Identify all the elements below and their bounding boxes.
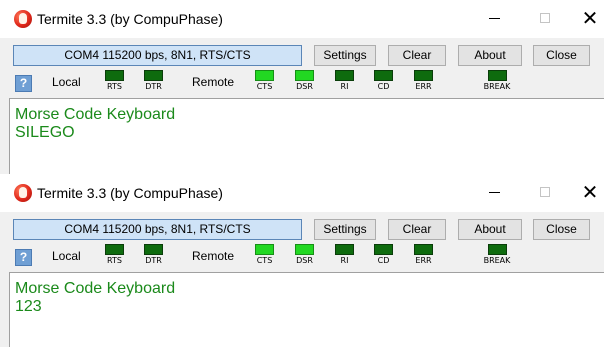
lamp-label: RI: [340, 82, 349, 91]
lamp-label: ERR: [415, 256, 432, 265]
lamp-label: DTR: [145, 256, 162, 265]
lamp-label: CD: [377, 82, 390, 91]
lamp-indicator: [488, 244, 507, 255]
lamp-ri: RI: [329, 244, 363, 268]
window-title: Termite 3.3 (by CompuPhase): [37, 185, 223, 201]
terminal-line: Morse Code Keyboard: [15, 280, 176, 297]
lamp-indicator: [488, 70, 507, 81]
lamp-break[interactable]: BREAK: [478, 70, 518, 94]
terminal-output[interactable]: Morse Code Keyboard 123: [9, 272, 604, 347]
lamp-indicator: [374, 244, 393, 255]
lamp-label: RTS: [107, 82, 122, 91]
lamp-label: CD: [377, 256, 390, 265]
remote-label: Remote: [192, 249, 235, 263]
maximize-button[interactable]: [523, 174, 567, 210]
title-bar[interactable]: Termite 3.3 (by CompuPhase) ✕: [0, 174, 604, 212]
lamp-indicator: [144, 70, 163, 81]
lamp-indicator: [295, 244, 314, 255]
lamp-label: CTS: [256, 82, 273, 91]
lamp-indicator: [374, 70, 393, 81]
local-label: Local: [52, 249, 81, 263]
lamp-cd: CD: [368, 70, 402, 94]
close-window-button[interactable]: ✕: [568, 174, 604, 210]
title-bar[interactable]: Termite 3.3 (by CompuPhase) ✕: [0, 0, 604, 38]
terminal-line: SILEGO: [15, 124, 75, 141]
help-icon[interactable]: ?: [15, 75, 32, 92]
lamp-dtr: DTR: [138, 70, 172, 94]
lamp-cd: CD: [368, 244, 402, 268]
lamp-indicator: [414, 244, 433, 255]
termite-window-2: Termite 3.3 (by CompuPhase) ✕ COM4 11520…: [0, 174, 604, 347]
lamp-indicator: [295, 70, 314, 81]
remote-label: Remote: [192, 75, 235, 89]
lamp-label: ERR: [415, 82, 432, 91]
lamp-indicator: [144, 244, 163, 255]
lamp-indicator: [414, 70, 433, 81]
minimize-button[interactable]: [472, 174, 516, 210]
minimize-button[interactable]: [472, 0, 516, 36]
termite-app-icon[interactable]: [14, 10, 32, 28]
lamp-rts: RTS: [99, 70, 133, 94]
maximize-icon: [540, 187, 550, 197]
lamp-indicator: [255, 244, 274, 255]
lamp-label: DSR: [296, 256, 313, 265]
lamp-label: BREAK: [483, 82, 511, 91]
lamp-indicator: [105, 70, 124, 81]
lamp-cts: CTS: [249, 70, 283, 94]
lamp-label: CTS: [256, 256, 273, 265]
window-title: Termite 3.3 (by CompuPhase): [37, 11, 223, 27]
close-icon: ✕: [581, 180, 599, 204]
help-icon[interactable]: ?: [15, 249, 32, 266]
clear-button[interactable]: Clear: [388, 45, 446, 66]
lamp-err: ERR: [408, 70, 442, 94]
lamp-break[interactable]: BREAK: [478, 244, 518, 268]
minimize-icon: [488, 17, 500, 19]
port-status-button[interactable]: COM4 115200 bps, 8N1, RTS/CTS: [13, 45, 302, 66]
lamp-dsr: DSR: [289, 70, 323, 94]
close-button[interactable]: Close: [533, 45, 590, 66]
lamp-label: RI: [340, 256, 349, 265]
about-button[interactable]: About: [458, 45, 522, 66]
terminal-line: Morse Code Keyboard: [15, 106, 176, 123]
lamp-dsr: DSR: [289, 244, 323, 268]
about-button[interactable]: About: [458, 219, 522, 240]
termite-app-icon[interactable]: [14, 184, 32, 202]
lamp-indicator: [335, 244, 354, 255]
close-window-button[interactable]: ✕: [568, 0, 604, 36]
close-button[interactable]: Close: [533, 219, 590, 240]
lamp-indicator: [255, 70, 274, 81]
close-icon: ✕: [581, 6, 599, 30]
lamp-cts: CTS: [249, 244, 283, 268]
lamp-rts: RTS: [99, 244, 133, 268]
lamp-label: RTS: [107, 256, 122, 265]
screenshot-stack: Termite 3.3 (by CompuPhase) ✕ COM4 11520…: [0, 0, 604, 347]
minimize-icon: [488, 191, 500, 193]
settings-button[interactable]: Settings: [314, 45, 376, 66]
lamp-ri: RI: [329, 70, 363, 94]
clear-button[interactable]: Clear: [388, 219, 446, 240]
lamp-indicator: [105, 244, 124, 255]
lamp-label: BREAK: [483, 256, 511, 265]
port-status-button[interactable]: COM4 115200 bps, 8N1, RTS/CTS: [13, 219, 302, 240]
settings-button[interactable]: Settings: [314, 219, 376, 240]
lamp-indicator: [335, 70, 354, 81]
maximize-button[interactable]: [523, 0, 567, 36]
lamp-label: DSR: [296, 82, 313, 91]
termite-window-1: Termite 3.3 (by CompuPhase) ✕ COM4 11520…: [0, 0, 604, 176]
maximize-icon: [540, 13, 550, 23]
terminal-line: 123: [15, 298, 42, 315]
lamp-label: DTR: [145, 82, 162, 91]
lamp-dtr: DTR: [138, 244, 172, 268]
local-label: Local: [52, 75, 81, 89]
lamp-err: ERR: [408, 244, 442, 268]
terminal-output[interactable]: Morse Code Keyboard SILEGO: [9, 98, 604, 176]
